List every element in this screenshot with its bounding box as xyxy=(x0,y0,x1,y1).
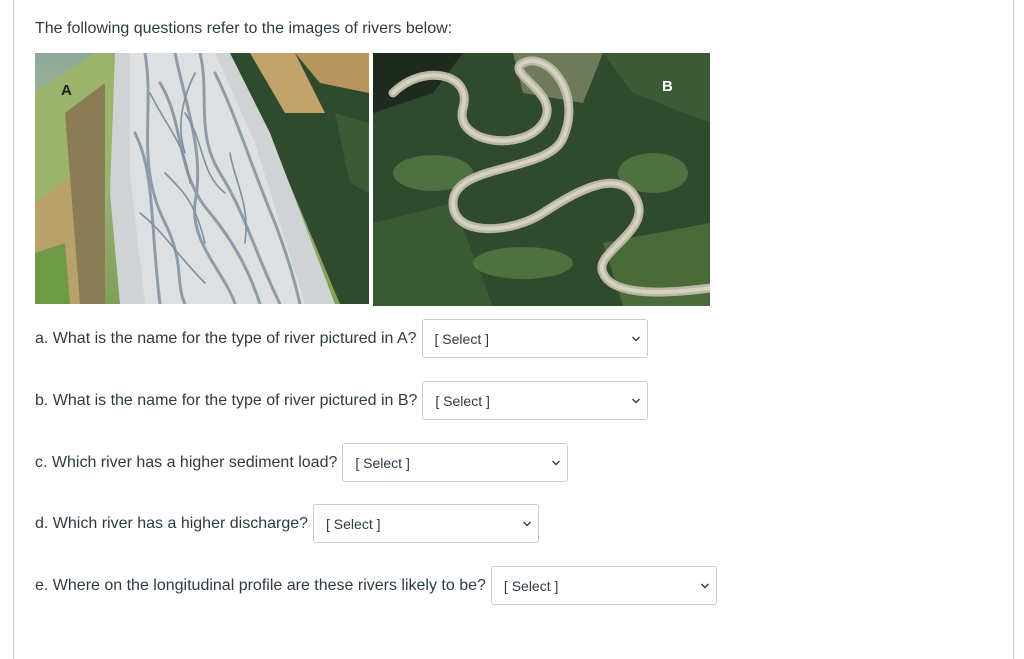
chevron-down-icon xyxy=(631,336,640,341)
question-a: a. What is the name for the type of rive… xyxy=(35,319,648,358)
braided-river-image: A xyxy=(35,53,369,304)
chevron-down-icon xyxy=(552,460,561,465)
chevron-down-icon xyxy=(632,398,641,403)
question-b: b. What is the name for the type of rive… xyxy=(35,381,649,420)
select-value: [ Select ] xyxy=(435,392,490,409)
image-b-label: B xyxy=(662,78,673,95)
question-c: c. Which river has a higher sediment loa… xyxy=(35,443,569,482)
select-value: [ Select ] xyxy=(503,577,559,594)
question-d: d. Which river has a higher discharge? [… xyxy=(35,504,540,543)
question-a-select[interactable]: [ Select ] xyxy=(421,319,648,358)
question-b-select[interactable]: [ Select ] xyxy=(422,381,649,420)
question-a-text: a. What is the name for the type of rive… xyxy=(35,329,417,347)
meandering-river-image: B xyxy=(373,53,710,306)
question-d-text: d. Which river has a higher discharge? xyxy=(35,514,309,532)
chevron-down-icon xyxy=(700,583,709,588)
select-value: [ Select ] xyxy=(326,515,381,532)
question-e-text: e. Where on the longitudinal profile are… xyxy=(35,576,486,594)
image-a-label: A xyxy=(61,82,72,99)
select-value: [ Select ] xyxy=(355,454,410,471)
question-b-text: b. What is the name for the type of rive… xyxy=(35,391,418,409)
question-d-select[interactable]: [ Select ] xyxy=(313,504,540,543)
question-c-text: c. Which river has a higher sediment loa… xyxy=(35,453,338,471)
question-e-select[interactable]: [ Select ] xyxy=(490,566,717,605)
chevron-down-icon xyxy=(523,521,532,526)
question-c-select[interactable]: [ Select ] xyxy=(342,443,569,482)
question-e: e. Where on the longitudinal profile are… xyxy=(35,566,717,605)
select-value: [ Select ] xyxy=(434,330,489,347)
intro-text: The following questions refer to the ima… xyxy=(35,20,453,37)
